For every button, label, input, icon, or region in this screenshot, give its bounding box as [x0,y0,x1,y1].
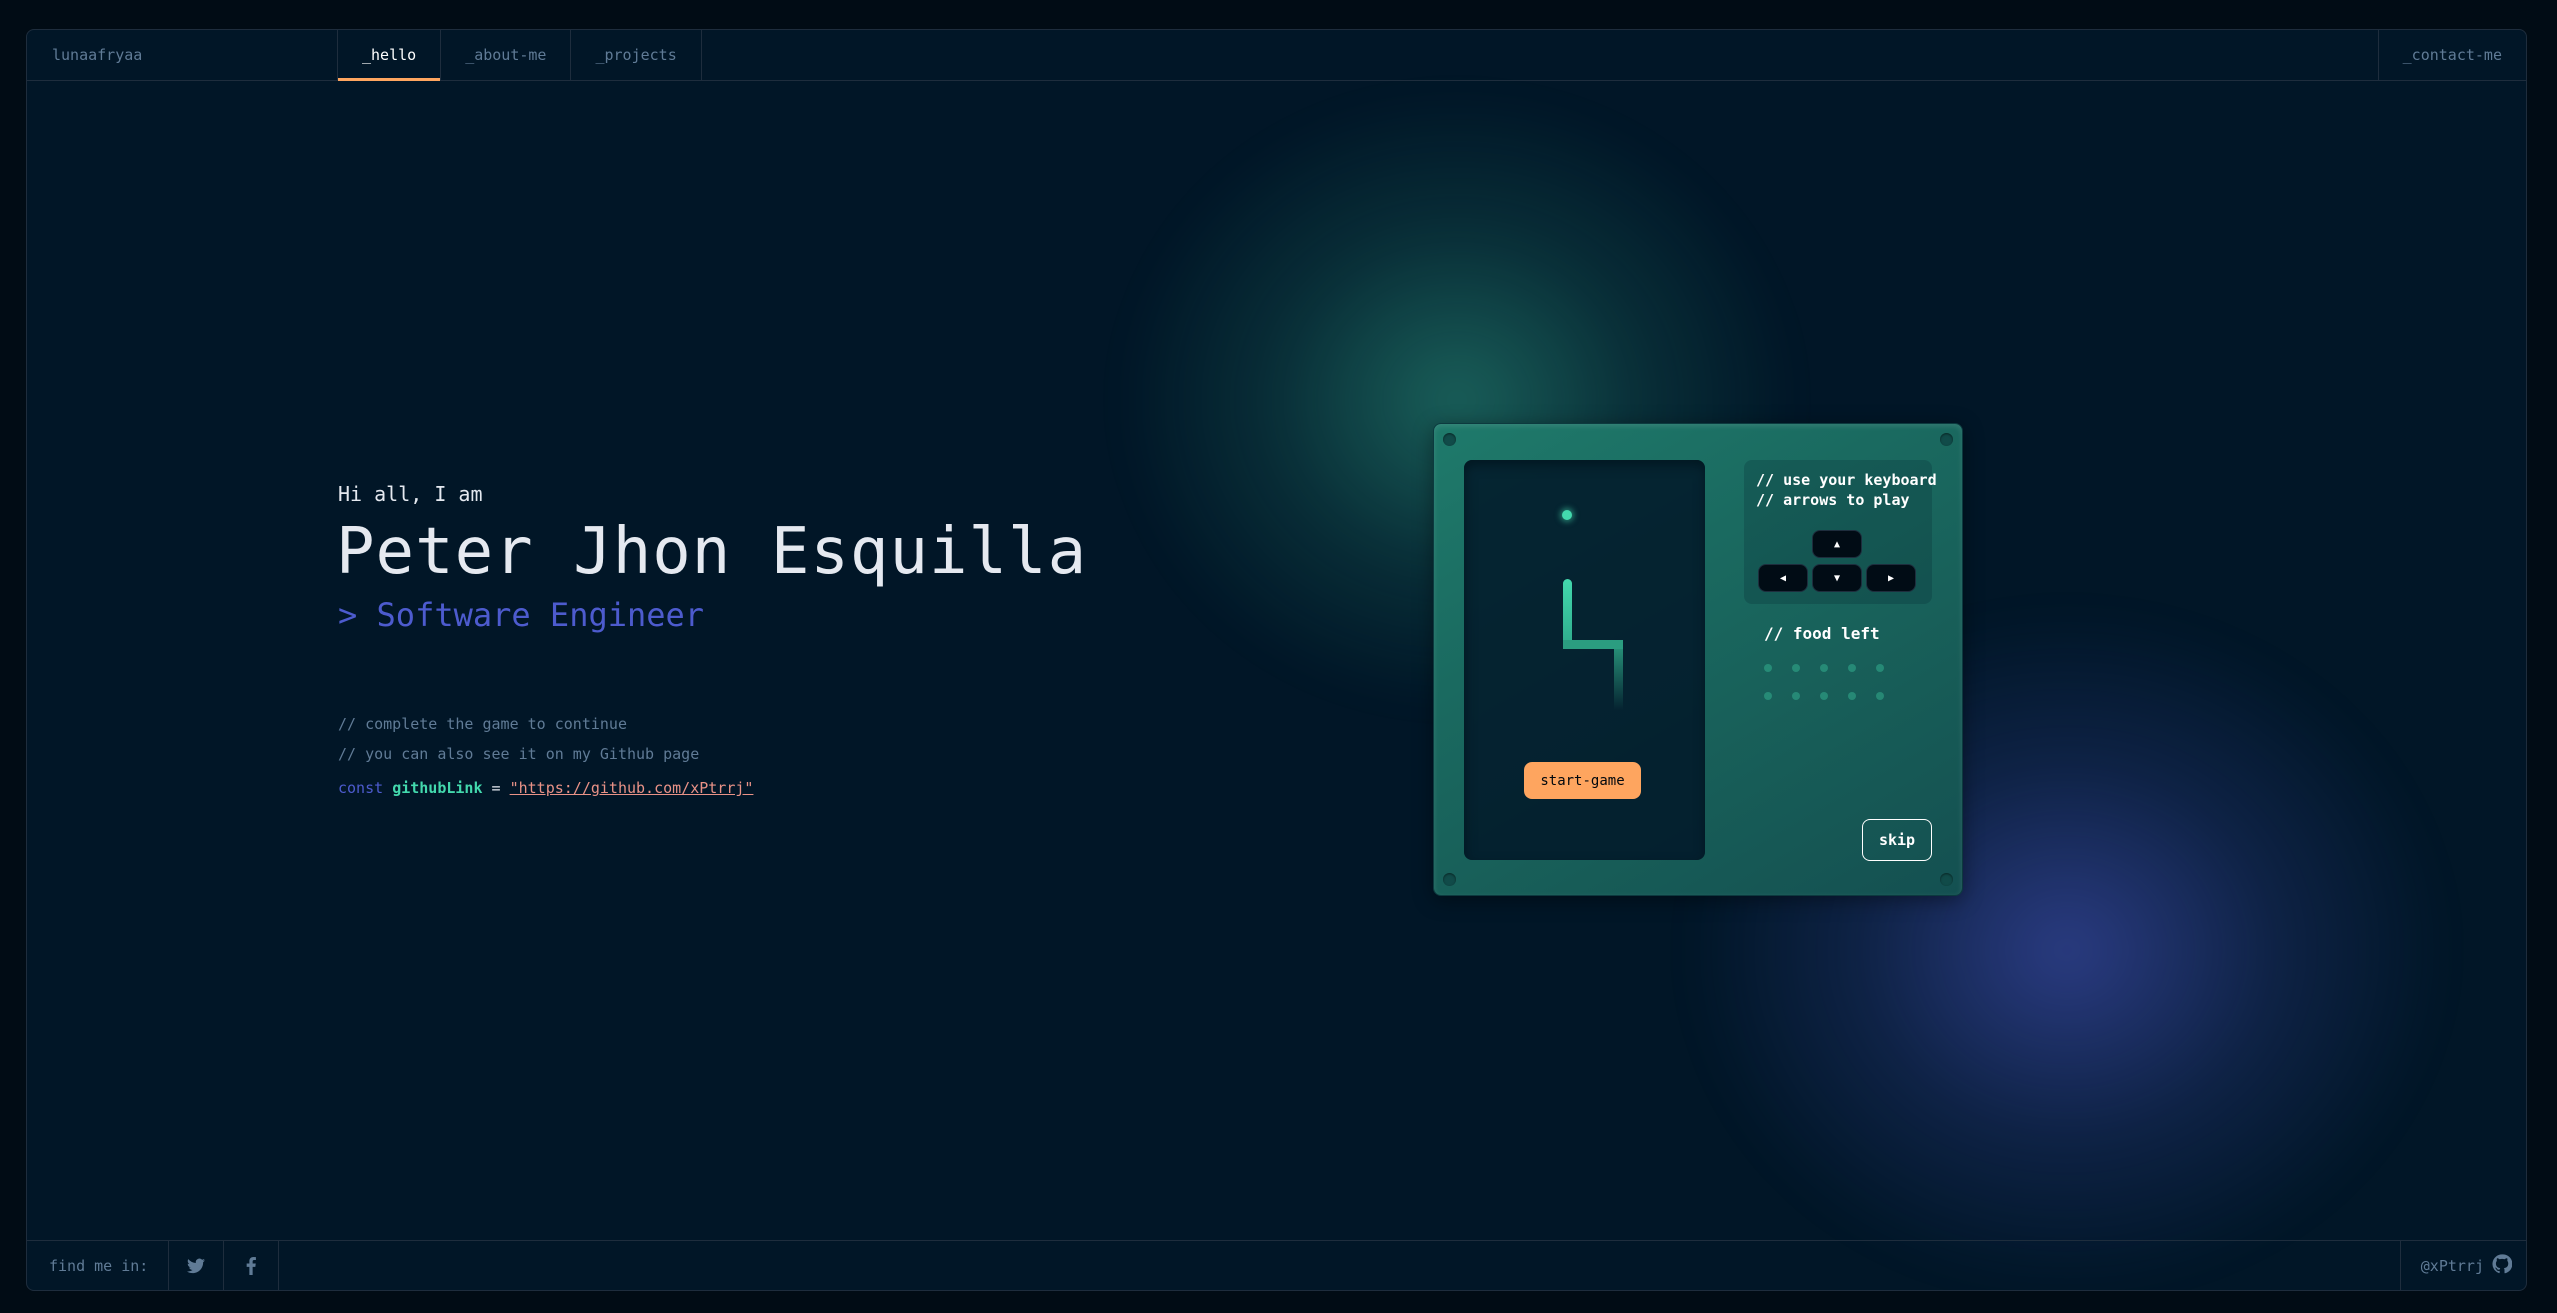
arrow-left-key[interactable]: ◀ [1758,564,1808,592]
footer: find me in: @xPtrrj [27,1240,2526,1290]
controls-panel: // use your keyboard // arrows to play ▲… [1744,460,1937,604]
tab-hello[interactable]: _hello [338,30,442,81]
hero-name: Peter Jhon Esquilla [336,515,1088,589]
snake-game-board: start-game // use your keyboard // arrow… [1433,423,1963,896]
screw [1940,873,1953,886]
arrow-down-key[interactable]: ▼ [1812,564,1862,592]
github-code-line: const githubLink = "https://github.com/x… [338,779,753,797]
code-variable: githubLink [392,779,483,797]
food-dot [1848,692,1856,700]
github-profile-link[interactable]: @xPtrrj [2399,1241,2526,1290]
github-handle: @xPtrrj [2420,1256,2484,1275]
food-dot [1764,692,1772,700]
food-left-title: // food left [1764,624,1880,643]
app-frame: lunaafryaa _hello _about-me _projects _c… [26,29,2527,1291]
tab-contact-me[interactable]: _contact-me [2377,30,2526,80]
github-comment: // you can also see it on my Github page [338,745,700,763]
find-me-label: find me in: [27,1241,170,1290]
food-dot [1876,692,1884,700]
code-keyword: const [338,779,384,797]
food-dot [1792,692,1800,700]
controls-instructions: // use your keyboard // arrows to play [1756,471,1937,509]
code-equals: = [491,779,501,797]
twitter-icon[interactable] [169,1241,225,1290]
site-logo[interactable]: lunaafryaa [27,30,338,80]
footer-spacer [279,1241,2399,1290]
arrow-right-key[interactable]: ▶ [1866,564,1916,592]
facebook-icon[interactable] [224,1241,280,1290]
github-icon [2492,1253,2513,1278]
top-nav: lunaafryaa _hello _about-me _projects _c… [27,30,2526,81]
arrow-up-key[interactable]: ▲ [1812,530,1862,558]
game-screen[interactable]: start-game [1464,460,1705,860]
greeting-text: Hi all, I am [338,482,483,506]
start-game-button[interactable]: start-game [1524,762,1641,799]
tab-about-me[interactable]: _about-me [441,30,572,80]
snake-food [1562,510,1572,520]
screw [1443,873,1456,886]
snake-segment [1563,579,1572,649]
hero-role: > Software Engineer [338,596,705,634]
github-link[interactable]: "https://github.com/xPtrrj" [510,779,754,797]
skip-button[interactable]: skip [1862,819,1932,861]
game-comment: // complete the game to continue [338,715,627,733]
screw [1940,433,1953,446]
food-dot [1792,664,1800,672]
food-dot [1848,664,1856,672]
food-dot [1876,664,1884,672]
tab-projects[interactable]: _projects [571,30,702,80]
screw [1443,433,1456,446]
food-dot [1820,664,1828,672]
snake-segment [1614,640,1623,710]
food-dot [1764,664,1772,672]
food-dot [1820,692,1828,700]
